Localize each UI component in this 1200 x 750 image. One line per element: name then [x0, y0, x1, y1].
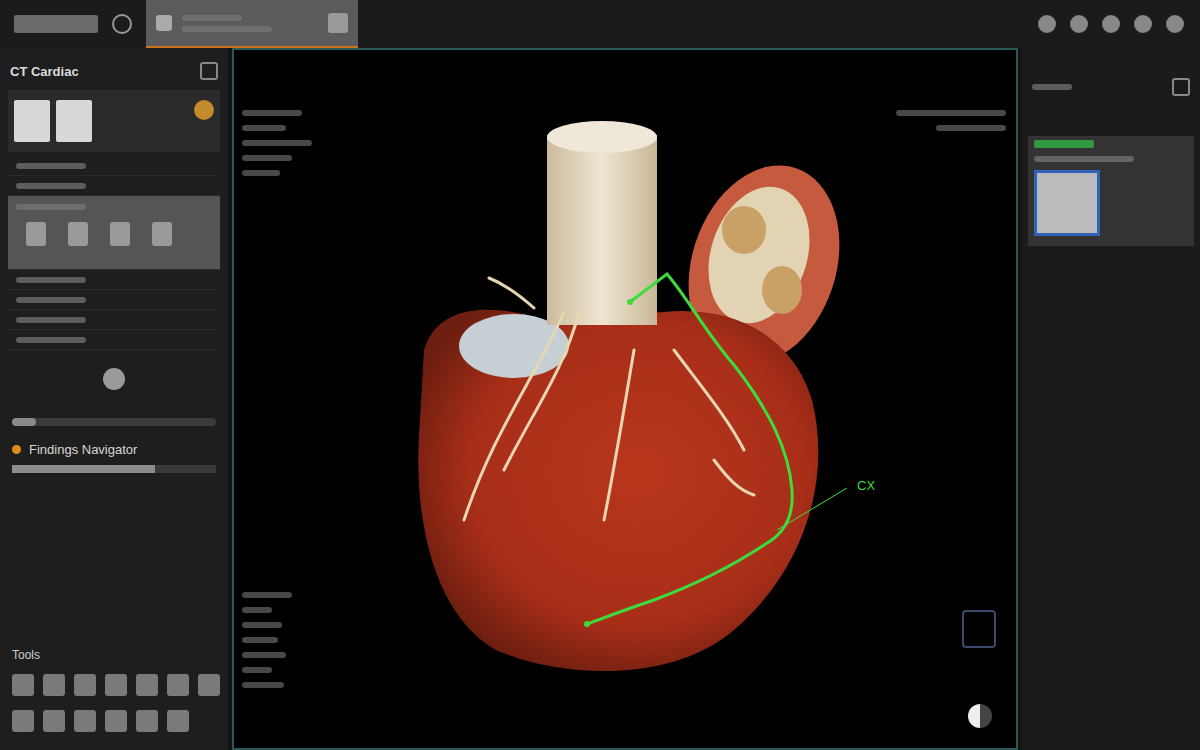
contrast-icon[interactable] — [968, 704, 992, 728]
series-thumbnail[interactable] — [1034, 170, 1100, 236]
preset-thumbnail[interactable] — [14, 100, 50, 142]
tool-icon[interactable] — [12, 674, 34, 696]
settings-icon[interactable] — [103, 368, 125, 390]
findings-progress — [12, 465, 216, 473]
search-icon[interactable] — [200, 62, 218, 80]
layout-icon[interactable] — [194, 100, 214, 120]
heart-render: CX — [234, 50, 1018, 750]
workflow-section[interactable] — [8, 330, 220, 350]
patient-tab[interactable] — [146, 0, 358, 48]
step-icon[interactable] — [152, 222, 172, 246]
logo-icon — [14, 15, 98, 33]
workflow-section[interactable] — [8, 196, 220, 270]
orientation-cube-icon[interactable] — [962, 610, 996, 648]
tool-icon[interactable] — [167, 710, 189, 732]
tool-icon[interactable] — [136, 710, 158, 732]
layout-icon[interactable] — [1172, 78, 1190, 96]
tool-icon[interactable] — [74, 710, 96, 732]
workflow-section[interactable] — [8, 310, 220, 330]
tool-icon — [156, 15, 172, 31]
thumbnail-icon — [328, 13, 348, 33]
toolbar-icon[interactable] — [1102, 15, 1120, 33]
workflow-section[interactable] — [8, 270, 220, 290]
tool-icon[interactable] — [43, 710, 65, 732]
panel-title: CT Cardiac — [10, 64, 79, 79]
step-icon[interactable] — [110, 222, 130, 246]
step-icon[interactable] — [68, 222, 88, 246]
preset-thumbnail[interactable] — [56, 100, 92, 142]
status-bar — [1034, 140, 1094, 148]
step-icon[interactable] — [26, 222, 46, 246]
series-card[interactable] — [1028, 136, 1194, 246]
tool-icon[interactable] — [167, 674, 189, 696]
volume-viewport[interactable]: CX — [232, 48, 1018, 750]
series-panel — [1022, 48, 1200, 750]
workflow-section[interactable] — [8, 290, 220, 310]
search-icon[interactable] — [112, 14, 132, 34]
tool-icon[interactable] — [198, 674, 220, 696]
tool-icon[interactable] — [74, 674, 96, 696]
toolbar-icon[interactable] — [1070, 15, 1088, 33]
slider[interactable] — [12, 418, 216, 426]
tool-icon[interactable] — [105, 674, 127, 696]
tool-icon[interactable] — [12, 710, 34, 732]
findings-icon — [12, 445, 21, 454]
toolbar-icon[interactable] — [1038, 15, 1056, 33]
tool-icon[interactable] — [136, 674, 158, 696]
workflow-panel: CT Cardiac Findings Navigator Tools — [0, 48, 228, 750]
vessel-label: CX — [857, 478, 875, 493]
toolbar-icon[interactable] — [1134, 15, 1152, 33]
workflow-section[interactable] — [8, 176, 220, 196]
tool-icon[interactable] — [43, 674, 65, 696]
tool-icon[interactable] — [105, 710, 127, 732]
toolbar-icon[interactable] — [1166, 15, 1184, 33]
preset-area — [8, 90, 220, 152]
findings-navigator[interactable]: Findings Navigator — [8, 436, 220, 463]
workflow-section[interactable] — [8, 156, 220, 176]
tools-label: Tools — [8, 644, 220, 666]
cardiac-viewer: CT Cardiac Findings Navigator Tools CX — [0, 0, 1200, 750]
top-bar — [0, 0, 1200, 48]
